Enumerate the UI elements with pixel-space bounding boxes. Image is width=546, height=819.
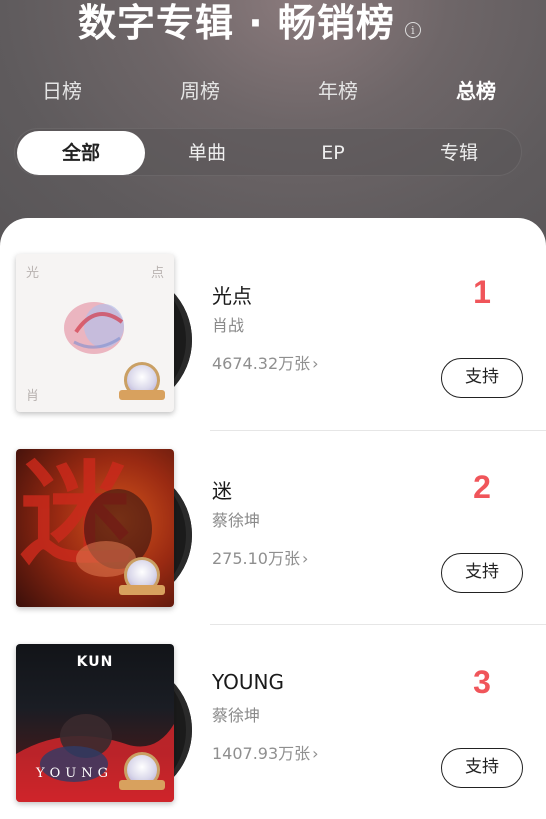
badge-ribbon	[119, 390, 165, 400]
tab-weekly[interactable]: 周榜	[160, 74, 240, 108]
sales-count[interactable]: 1407.93万张 ›	[212, 740, 319, 764]
chevron-right-icon: ›	[302, 549, 309, 568]
type-tabs: 全部 单曲 EP 专辑	[14, 128, 522, 176]
rank-number: 1	[473, 274, 491, 310]
album-title[interactable]: 迷	[212, 475, 232, 504]
chevron-right-icon: ›	[312, 354, 319, 373]
album-list: 光 点 肖 光点 肖战 4674.32万张 › 1 支持 迷 迷 蔡徐坤 275…	[0, 218, 546, 818]
support-button[interactable]: 支持	[441, 553, 523, 593]
title-row: 数字专辑 · 畅销榜 i	[78, 0, 421, 46]
list-item[interactable]: 光 点 肖 光点 肖战 4674.32万张 › 1 支持	[0, 254, 546, 429]
divider	[210, 430, 546, 431]
list-item[interactable]: KUN YOUNG YOUNG 蔡徐坤 1407.93万张 › 3 支持	[0, 644, 546, 819]
sales-value: 275.10万张	[212, 549, 300, 568]
tab-daily[interactable]: 日榜	[22, 74, 102, 108]
album-cover[interactable]: KUN YOUNG	[16, 644, 174, 802]
cover-art	[64, 302, 124, 354]
badge-ribbon	[119, 780, 165, 790]
divider	[210, 624, 546, 625]
artist-name[interactable]: 蔡徐坤	[212, 507, 260, 531]
period-tabs: 日榜 周榜 年榜 总榜	[0, 74, 546, 108]
cover-logo: KUN	[76, 654, 114, 670]
type-tab-all[interactable]: 全部	[17, 131, 145, 175]
support-button[interactable]: 支持	[441, 358, 523, 398]
sales-count[interactable]: 275.10万张 ›	[212, 545, 308, 569]
sales-value: 1407.93万张	[212, 744, 311, 763]
list-item[interactable]: 迷 迷 蔡徐坤 275.10万张 › 2 支持	[0, 449, 546, 624]
album-title[interactable]: YOUNG	[212, 670, 284, 694]
album-cover[interactable]: 迷	[16, 449, 174, 607]
rank-number: 2	[473, 469, 491, 505]
type-tab-single[interactable]: 单曲	[143, 131, 271, 175]
album-title[interactable]: 光点	[212, 280, 252, 309]
album-cover[interactable]: 光 点 肖	[16, 254, 174, 412]
type-tab-ep[interactable]: EP	[269, 131, 397, 175]
cover-text: 肖	[26, 389, 40, 404]
cover-text: 光	[26, 266, 40, 281]
page-title: 数字专辑 · 畅销榜	[78, 1, 395, 45]
sales-value: 4674.32万张	[212, 354, 311, 373]
info-icon[interactable]: i	[404, 22, 421, 38]
cover-text: YOUNG	[36, 766, 113, 781]
support-button[interactable]: 支持	[441, 748, 523, 788]
cover-text: 点	[150, 266, 164, 281]
type-tab-album[interactable]: 专辑	[395, 131, 523, 175]
chevron-right-icon: ›	[312, 744, 319, 763]
artist-name[interactable]: 蔡徐坤	[212, 702, 260, 726]
tab-total[interactable]: 总榜	[436, 74, 516, 108]
artist-name[interactable]: 肖战	[212, 312, 244, 336]
badge-ribbon	[119, 585, 165, 595]
rank-number: 3	[473, 664, 491, 700]
header-banner: 数字专辑 · 畅销榜 i 日榜 周榜 年榜 总榜 全部 单曲 EP 专辑	[0, 0, 546, 250]
tab-yearly[interactable]: 年榜	[298, 74, 378, 108]
sales-count[interactable]: 4674.32万张 ›	[212, 350, 319, 374]
